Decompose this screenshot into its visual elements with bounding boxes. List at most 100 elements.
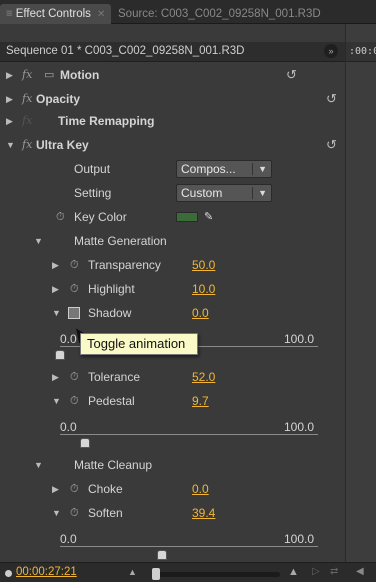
dropdown-separator <box>252 187 253 199</box>
stopwatch-icon[interactable]: ⏱ <box>70 390 79 412</box>
collapse-triangle-icon[interactable]: ▼ <box>6 134 15 156</box>
collapse-triangle-icon[interactable]: ▼ <box>52 390 61 412</box>
dropdown-separator <box>252 163 253 175</box>
stopwatch-icon[interactable]: ⏱ <box>70 478 79 500</box>
output-dropdown-value: Compos... <box>181 162 236 176</box>
expand-triangle-icon[interactable]: ▶ <box>52 278 59 300</box>
fx-icon[interactable]: fx <box>22 64 32 86</box>
soften-value[interactable]: 39.4 <box>192 502 215 524</box>
output-dropdown[interactable]: Compos... ▼ <box>176 160 272 178</box>
shadow-label: Shadow <box>88 306 132 320</box>
setting-label: Setting <box>74 186 112 200</box>
effect-row-time-remapping[interactable]: ▶ fx Time Remapping <box>0 110 345 132</box>
effect-label-time-remapping: Time Remapping <box>58 114 155 128</box>
effect-label-ultra-key: Ultra Key <box>36 138 89 152</box>
timeline-view[interactable]: :00:0 <box>345 24 376 582</box>
param-row-tolerance: ▶ ⏱ Tolerance 52.0 <box>0 366 345 388</box>
param-row-shadow: ▼ Shadow 0.0 <box>0 302 345 324</box>
sequence-title: Sequence 01 * C003_C002_09258N_001.R3D <box>6 45 245 57</box>
pedestal-slider-thumb[interactable] <box>80 438 91 448</box>
grip-icon: ≡ <box>6 8 13 20</box>
fx-icon[interactable]: fx <box>22 134 32 156</box>
playhead-indicator-icon <box>5 570 12 577</box>
soften-slider-row: 0.0 100.0 <box>0 528 345 560</box>
panel-tab-bar: ≡ Effect Controls ✕ Source: C003_C002_0925… <box>0 0 376 24</box>
effect-row-opacity[interactable]: ▶ fx Opacity ↺ <box>0 88 345 110</box>
highlight-label: Highlight <box>88 282 135 296</box>
soften-slider-thumb[interactable] <box>156 550 167 560</box>
show-hide-timeline-button[interactable]: » <box>324 44 338 58</box>
key-color-label: Key Color <box>74 210 127 224</box>
pedestal-value[interactable]: 9.7 <box>192 390 209 412</box>
scroll-left-icon[interactable]: ◀ <box>356 566 364 577</box>
loop-icon[interactable]: ⇄ <box>330 566 338 577</box>
pedestal-slider-row: 0.0 100.0 <box>0 416 345 448</box>
chevron-down-icon: ▼ <box>258 164 267 174</box>
reset-icon[interactable]: ↺ <box>326 134 337 156</box>
expand-triangle-icon[interactable]: ▶ <box>6 88 13 110</box>
shadow-slider-thumb[interactable] <box>55 350 65 360</box>
output-label: Output <box>74 162 111 176</box>
tolerance-label: Tolerance <box>88 370 141 384</box>
collapse-triangle-icon[interactable]: ▼ <box>52 502 61 524</box>
effect-label-opacity: Opacity <box>36 92 81 106</box>
stopwatch-icon[interactable]: ⏱ <box>70 502 79 524</box>
tab-effect-controls[interactable]: ≡ Effect Controls ✕ <box>0 4 112 24</box>
param-row-soften: ▼ ⏱ Soften 39.4 <box>0 502 345 524</box>
highlight-value[interactable]: 10.0 <box>192 278 215 300</box>
expand-triangle-icon[interactable]: ▶ <box>6 110 13 132</box>
footer-bar: 00:00:27:21 ▲ ▲ ▷ ⇄ ◀ <box>0 562 376 582</box>
param-row-pedestal: ▼ ⏱ Pedestal 9.7 <box>0 390 345 412</box>
tolerance-value[interactable]: 52.0 <box>192 366 215 388</box>
expand-triangle-icon[interactable]: ▶ <box>52 254 59 276</box>
setting-dropdown[interactable]: Custom ▼ <box>176 184 272 202</box>
zoom-slider-track[interactable] <box>152 572 280 577</box>
pedestal-label: Pedestal <box>88 394 135 408</box>
current-timecode[interactable]: 00:00:27:21 <box>16 566 77 578</box>
key-color-swatch[interactable] <box>176 212 198 222</box>
effect-row-ultra-key[interactable]: ▼ fx Ultra Key ↺ <box>0 134 345 156</box>
param-row-key-color: ⏱ Key Color ✎ <box>0 206 345 228</box>
stopwatch-icon[interactable]: ⏱ <box>70 366 79 388</box>
pedestal-slider-track[interactable] <box>60 434 318 435</box>
effect-row-motion[interactable]: ▶ fx ▭ Motion ↺ <box>0 64 345 86</box>
zoom-in-icon[interactable]: ▲ <box>288 566 299 578</box>
param-row-choke: ▶ ⏱ Choke 0.0 <box>0 478 345 500</box>
collapse-triangle-icon[interactable]: ▼ <box>52 302 61 324</box>
time-ruler-label: :00:0 <box>349 46 376 57</box>
tab-source[interactable]: Source: C003_C002_09258N_001.R3D <box>118 4 321 24</box>
reset-icon[interactable]: ↺ <box>286 64 297 86</box>
play-audio-icon[interactable]: ▷ <box>312 566 320 577</box>
collapse-triangle-icon[interactable]: ▼ <box>34 454 43 476</box>
transparency-value[interactable]: 50.0 <box>192 254 215 276</box>
matte-cleanup-label: Matte Cleanup <box>74 458 153 472</box>
expand-triangle-icon[interactable]: ▶ <box>52 366 59 388</box>
param-row-output: Output Compos... ▼ <box>0 158 345 180</box>
zoom-out-icon[interactable]: ▲ <box>128 567 137 577</box>
close-icon[interactable]: ✕ <box>97 9 105 20</box>
matte-generation-label: Matte Generation <box>74 234 167 248</box>
group-row-matte-generation[interactable]: ▼ Matte Generation <box>0 230 345 252</box>
tab-effect-controls-label: Effect Controls <box>15 8 91 20</box>
fx-icon[interactable]: fx <box>22 88 32 110</box>
expand-triangle-icon[interactable]: ▶ <box>52 478 59 500</box>
param-row-transparency: ▶ ⏱ Transparency 50.0 <box>0 254 345 276</box>
stopwatch-icon[interactable] <box>68 307 80 319</box>
expand-triangle-icon[interactable]: ▶ <box>6 64 13 86</box>
group-row-matte-cleanup[interactable]: ▼ Matte Cleanup <box>0 454 345 476</box>
eyedropper-icon[interactable]: ✎ <box>204 206 213 228</box>
tab-source-label: Source: C003_C002_09258N_001.R3D <box>118 8 321 20</box>
fx-icon: fx <box>22 114 33 127</box>
chevron-down-icon: ▼ <box>258 188 267 198</box>
zoom-slider-thumb[interactable] <box>152 568 160 580</box>
choke-value[interactable]: 0.0 <box>192 478 209 500</box>
tooltip: Toggle animation <box>80 333 198 355</box>
stopwatch-icon[interactable]: ⏱ <box>70 254 79 276</box>
collapse-triangle-icon[interactable]: ▼ <box>34 230 43 252</box>
shadow-value[interactable]: 0.0 <box>192 302 209 324</box>
stopwatch-icon[interactable]: ⏱ <box>70 278 79 300</box>
soften-slider-track[interactable] <box>60 546 318 547</box>
reset-icon[interactable]: ↺ <box>326 88 337 110</box>
motion-transform-icon[interactable]: ▭ <box>44 64 54 86</box>
stopwatch-icon[interactable]: ⏱ <box>56 206 65 228</box>
